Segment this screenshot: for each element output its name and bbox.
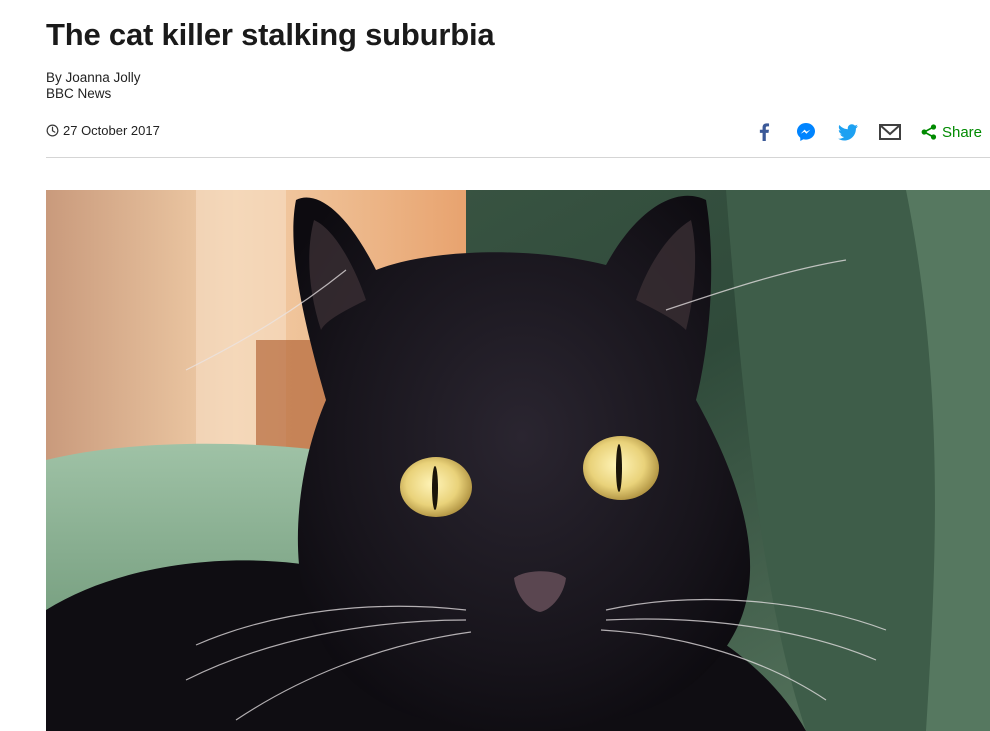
share-button[interactable]: Share [921,124,982,141]
messenger-share-button[interactable] [795,121,817,143]
twitter-share-button[interactable] [837,121,859,143]
twitter-icon [837,123,858,140]
facebook-icon [759,123,770,141]
article-headline: The cat killer stalking suburbia [46,17,495,52]
article-date: 27 October 2017 [46,123,160,138]
share-toolbar: Share [733,118,982,146]
email-share-button[interactable] [878,121,901,143]
clock-icon [46,124,59,137]
byline-author: By Joanna Jolly [46,70,141,85]
messenger-icon [796,123,815,141]
share-icon [921,124,937,140]
email-icon [878,124,901,140]
share-label: Share [941,123,982,141]
header-divider [46,157,990,158]
hero-image [46,190,990,731]
facebook-share-button[interactable] [753,121,775,143]
byline: By Joanna Jolly BBC News [46,70,141,102]
black-cat-photo [46,190,990,731]
date-text: 27 October 2017 [63,123,160,138]
byline-organisation: BBC News [46,86,112,101]
